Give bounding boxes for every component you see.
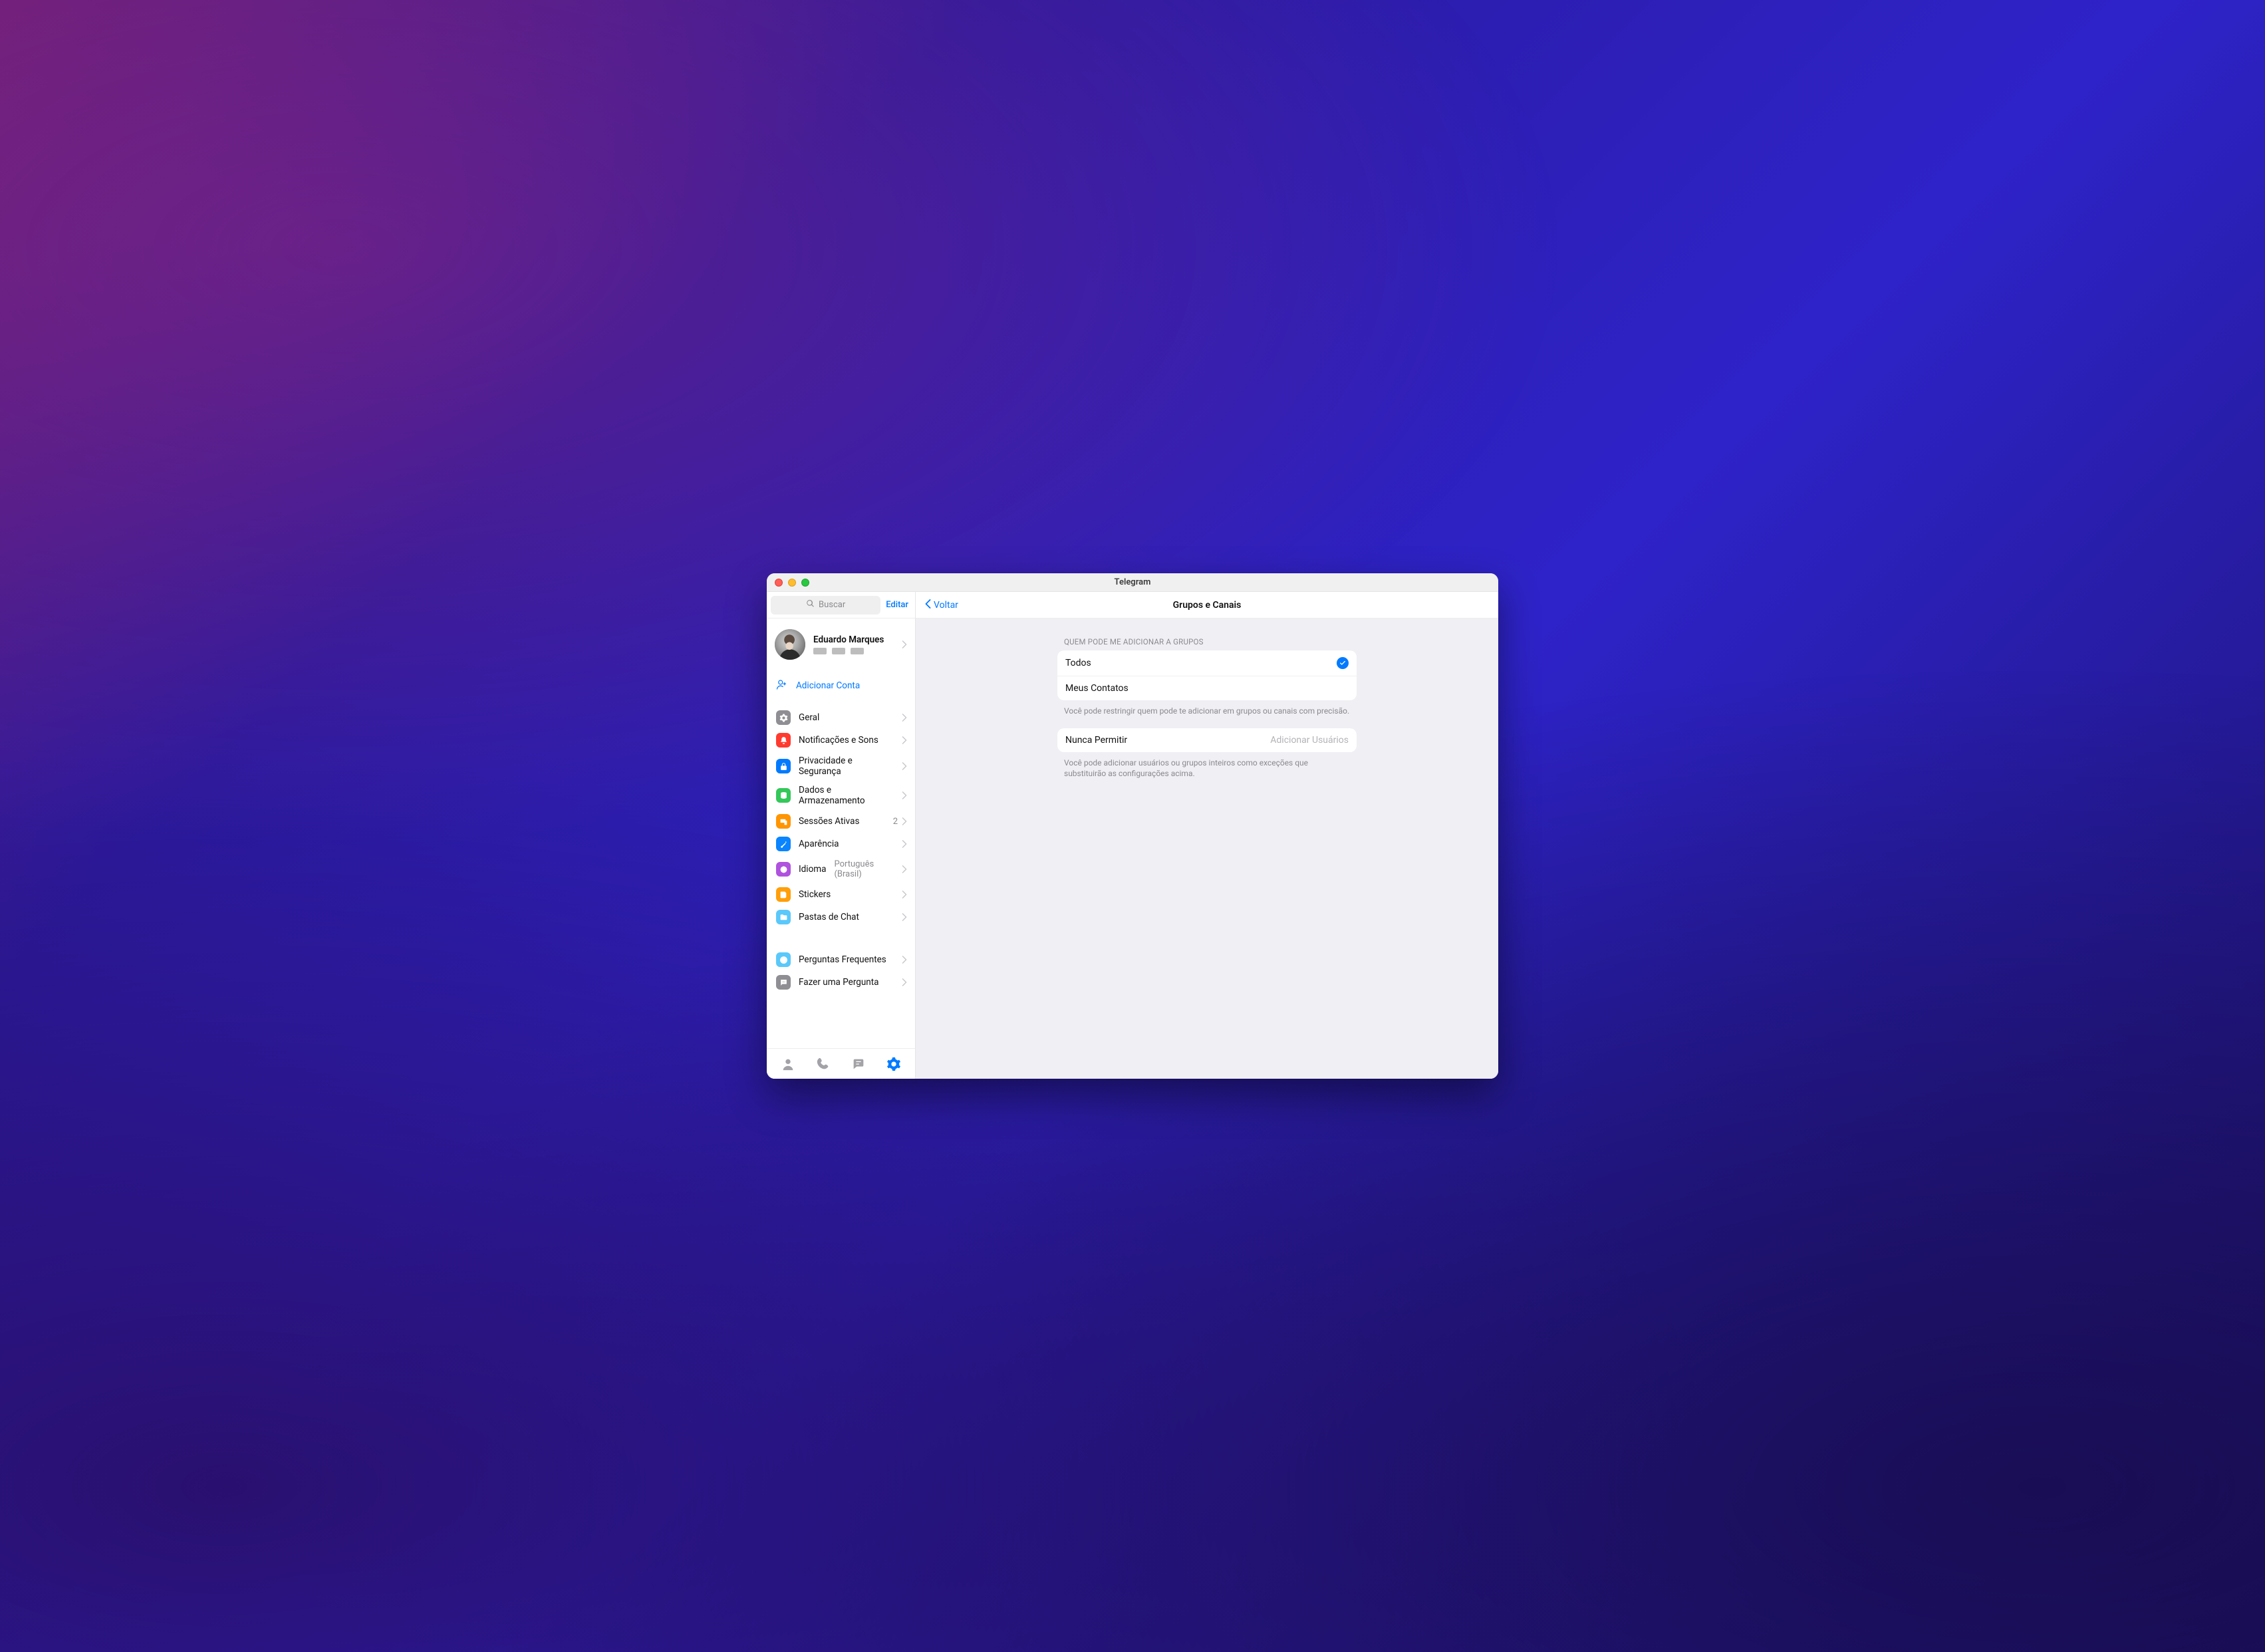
sidebar-item-label: Geral [799, 712, 819, 723]
never-allow-row[interactable]: Nunca Permitir Adicionar Usuários [1057, 728, 1357, 752]
chevron-right-icon [902, 838, 907, 851]
profile-name: Eduardo Marques [813, 634, 884, 645]
sidebar-scroll: Eduardo Marques Adi [767, 619, 915, 1048]
back-button[interactable]: Voltar [925, 599, 958, 611]
sidebar-item-data[interactable]: Dados e Armazenamento [767, 781, 915, 810]
search-icon [806, 599, 815, 611]
sidebar-item-label: Idioma [799, 864, 826, 875]
chevron-right-icon [902, 889, 907, 901]
section-footer: Você pode restringir quem pode te adicio… [1057, 700, 1357, 716]
titlebar: Telegram [767, 573, 1498, 592]
sidebar-item-language[interactable]: Idioma Português (Brasil) [767, 855, 915, 883]
sidebar-item-label: Pastas de Chat [799, 912, 859, 922]
database-icon [776, 788, 791, 803]
chevron-right-icon [902, 789, 907, 802]
chevron-right-icon [902, 976, 907, 989]
sidebar-item-label: Dados e Armazenamento [799, 785, 894, 806]
devices-icon [776, 814, 791, 829]
sidebar-header: Buscar Editar [767, 592, 915, 619]
option-label: Todos [1065, 658, 1337, 668]
globe-icon [776, 862, 791, 877]
main-body: QUEM PODE ME ADICIONAR A GRUPOS Todos Me… [916, 619, 1498, 1079]
sidebar-item-notifications[interactable]: Notificações e Sons [767, 729, 915, 752]
question-icon: ? [776, 952, 791, 967]
add-account-button[interactable]: Adicionar Conta [767, 672, 915, 701]
sidebar-item-label: Fazer uma Pergunta [799, 977, 879, 988]
chevron-right-icon [902, 863, 907, 876]
sidebar-item-label: Privacidade e Segurança [799, 756, 894, 777]
tabbar [767, 1048, 915, 1079]
tab-contacts[interactable] [779, 1055, 797, 1073]
close-window-button[interactable] [775, 579, 783, 587]
sidebar: Buscar Editar Eduardo Marques [767, 592, 916, 1079]
menu-spacer [767, 928, 915, 948]
settings-menu: Geral Notificações e Sons Privacidade e … [767, 701, 915, 996]
bell-icon [776, 733, 791, 748]
sidebar-item-label: Stickers [799, 889, 831, 900]
sidebar-item-folders[interactable]: Pastas de Chat [767, 906, 915, 928]
svg-text:?: ? [782, 957, 785, 963]
chevron-right-icon [902, 734, 907, 747]
main-header: Voltar Grupos e Canais [916, 592, 1498, 619]
who-can-add-card: Todos Meus Contatos [1057, 650, 1357, 700]
checkmark-icon [1337, 657, 1349, 669]
sidebar-item-general[interactable]: Geral [767, 706, 915, 729]
page-title: Grupos e Canais [916, 600, 1498, 611]
tab-chats[interactable] [849, 1055, 868, 1073]
sidebar-item-privacy[interactable]: Privacidade e Segurança [767, 752, 915, 781]
sticker-icon [776, 887, 791, 902]
traffic-lights [775, 573, 809, 591]
option-my-contacts[interactable]: Meus Contatos [1057, 676, 1357, 700]
profile-row[interactable]: Eduardo Marques [767, 619, 915, 672]
chat-bubble-icon [776, 975, 791, 990]
avatar-face [775, 629, 805, 660]
sessions-count: 2 [893, 817, 898, 827]
chevron-left-icon [925, 599, 931, 611]
edit-button[interactable]: Editar [886, 600, 908, 610]
search-input[interactable]: Buscar [771, 596, 880, 615]
chevron-right-icon [902, 911, 907, 924]
window-title: Telegram [1115, 577, 1151, 587]
brush-icon [776, 837, 791, 851]
section-header: QUEM PODE ME ADICIONAR A GRUPOS [1057, 630, 1357, 650]
chevron-right-icon [902, 954, 907, 966]
add-user-icon [776, 678, 788, 693]
language-value: Português (Brasil) [834, 859, 898, 879]
option-everybody[interactable]: Todos [1057, 650, 1357, 676]
lock-icon [776, 759, 791, 773]
row-label: Nunca Permitir [1065, 735, 1270, 746]
sidebar-item-stickers[interactable]: Stickers [767, 883, 915, 906]
row-action: Adicionar Usuários [1270, 735, 1349, 746]
redacted [813, 648, 827, 654]
sidebar-item-ask[interactable]: Fazer uma Pergunta [767, 971, 915, 994]
tab-calls[interactable] [814, 1055, 833, 1073]
option-label: Meus Contatos [1065, 683, 1349, 694]
sidebar-item-sessions[interactable]: Sessões Ativas 2 [767, 810, 915, 833]
chevron-right-icon [902, 815, 907, 828]
sidebar-item-label: Sessões Ativas [799, 816, 859, 827]
add-account-label: Adicionar Conta [796, 680, 860, 691]
chevron-right-icon [902, 712, 907, 724]
gear-icon [776, 710, 791, 725]
minimize-window-button[interactable] [788, 579, 796, 587]
chevron-right-icon [902, 638, 907, 651]
profile-sub [813, 648, 884, 654]
sidebar-item-label: Perguntas Frequentes [799, 954, 886, 965]
section-footer: Você pode adicionar usuários ou grupos i… [1057, 752, 1357, 779]
main-panel: Voltar Grupos e Canais QUEM PODE ME ADIC… [916, 592, 1498, 1079]
folder-icon [776, 910, 791, 924]
chevron-right-icon [902, 760, 907, 773]
exceptions-card: Nunca Permitir Adicionar Usuários [1057, 728, 1357, 752]
sidebar-item-appearance[interactable]: Aparência [767, 833, 915, 855]
redacted [851, 648, 864, 654]
sidebar-item-label: Aparência [799, 839, 839, 849]
zoom-window-button[interactable] [801, 579, 809, 587]
app-window: Telegram Buscar Editar Eduardo Marques [767, 573, 1498, 1079]
redacted [832, 648, 845, 654]
sidebar-item-faq[interactable]: ? Perguntas Frequentes [767, 948, 915, 971]
tab-settings[interactable] [884, 1055, 903, 1073]
sidebar-item-label: Notificações e Sons [799, 735, 878, 746]
back-label: Voltar [934, 600, 958, 611]
search-placeholder: Buscar [819, 600, 845, 610]
